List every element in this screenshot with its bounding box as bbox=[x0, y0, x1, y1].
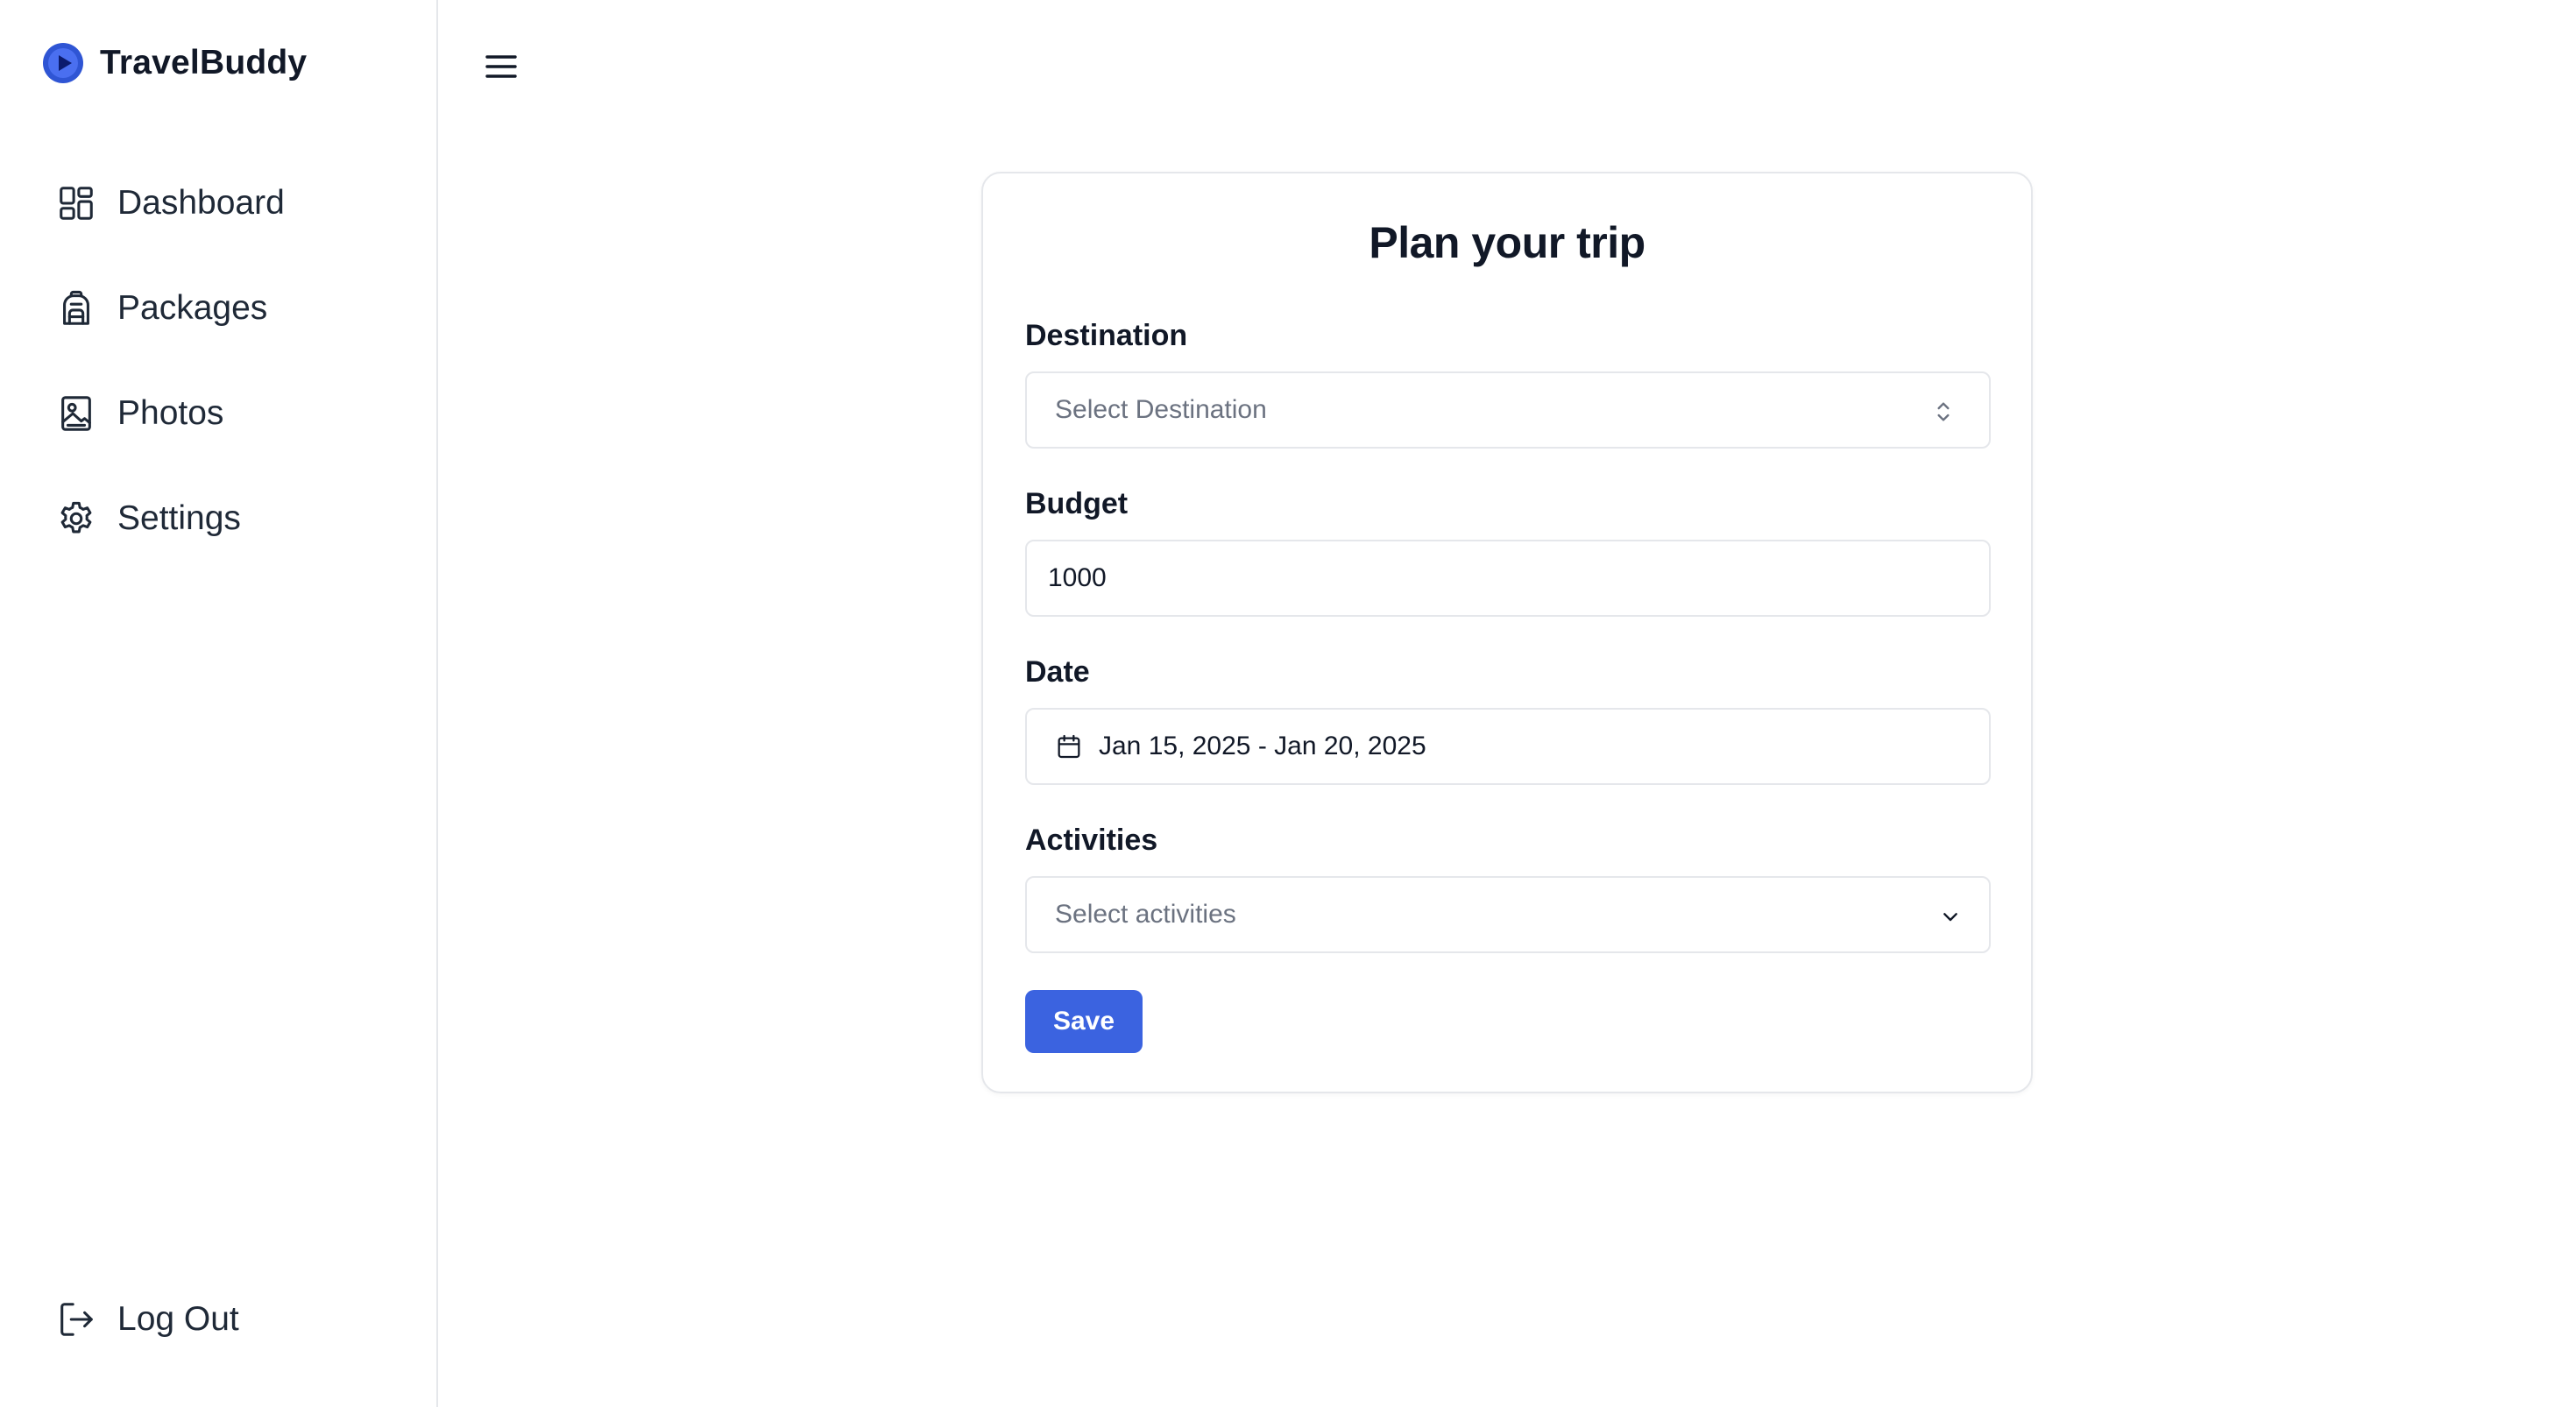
budget-label: Budget bbox=[1025, 487, 1129, 520]
budget-field[interactable] bbox=[1025, 540, 1991, 617]
destination-label: Destination bbox=[1025, 319, 1188, 352]
sidebar-item-label: Packages bbox=[117, 289, 268, 327]
sidebar-item-photos[interactable]: Photos bbox=[56, 382, 389, 445]
sidebar-nav: Dashboard Packages Photos Settings bbox=[56, 172, 389, 592]
dashboard-icon bbox=[60, 187, 93, 220]
calendar-icon bbox=[1058, 734, 1080, 759]
plan-trip-card: Plan your trip Destination Select Destin… bbox=[981, 172, 2033, 1093]
logout-icon bbox=[60, 1303, 93, 1336]
activities-label: Activities bbox=[1025, 824, 1158, 857]
logout-button[interactable]: Log Out bbox=[56, 1288, 389, 1351]
menu-toggle-button[interactable] bbox=[480, 46, 522, 88]
budget-input[interactable] bbox=[1048, 563, 1959, 593]
date-range-value: Jan 15, 2025 - Jan 20, 2025 bbox=[1099, 732, 1426, 760]
hamburger-icon bbox=[485, 55, 517, 78]
sidebar-item-label: Settings bbox=[117, 499, 241, 537]
chevron-down-icon bbox=[1943, 913, 1957, 922]
sidebar-item-settings[interactable]: Settings bbox=[56, 487, 389, 550]
play-logo-icon bbox=[43, 43, 83, 83]
destination-placeholder: Select Destination bbox=[1055, 395, 1267, 424]
sidebar-item-packages[interactable]: Packages bbox=[56, 277, 389, 340]
photo-icon bbox=[61, 396, 91, 431]
save-button[interactable]: Save bbox=[1025, 990, 1143, 1053]
logout-label: Log Out bbox=[117, 1300, 239, 1338]
chevron-up-down-icon bbox=[1937, 402, 1950, 421]
activities-placeholder: Select activities bbox=[1055, 900, 1236, 929]
sidebar-item-dashboard[interactable]: Dashboard bbox=[56, 172, 389, 235]
sidebar: TravelBuddy Dashboard Packages Photos Se… bbox=[0, 0, 438, 1407]
destination-select[interactable]: Select Destination bbox=[1025, 371, 1991, 449]
activities-select[interactable]: Select activities bbox=[1025, 876, 1991, 953]
backpack-icon bbox=[63, 290, 89, 325]
brand-name: TravelBuddy bbox=[100, 44, 308, 81]
gear-icon bbox=[60, 501, 92, 534]
brand[interactable]: TravelBuddy bbox=[42, 42, 307, 84]
sidebar-item-label: Photos bbox=[117, 394, 224, 432]
sidebar-item-label: Dashboard bbox=[117, 184, 285, 222]
date-label: Date bbox=[1025, 655, 1090, 689]
date-range-picker[interactable]: Jan 15, 2025 - Jan 20, 2025 bbox=[1025, 708, 1991, 785]
page-title: Plan your trip bbox=[1369, 218, 1645, 267]
